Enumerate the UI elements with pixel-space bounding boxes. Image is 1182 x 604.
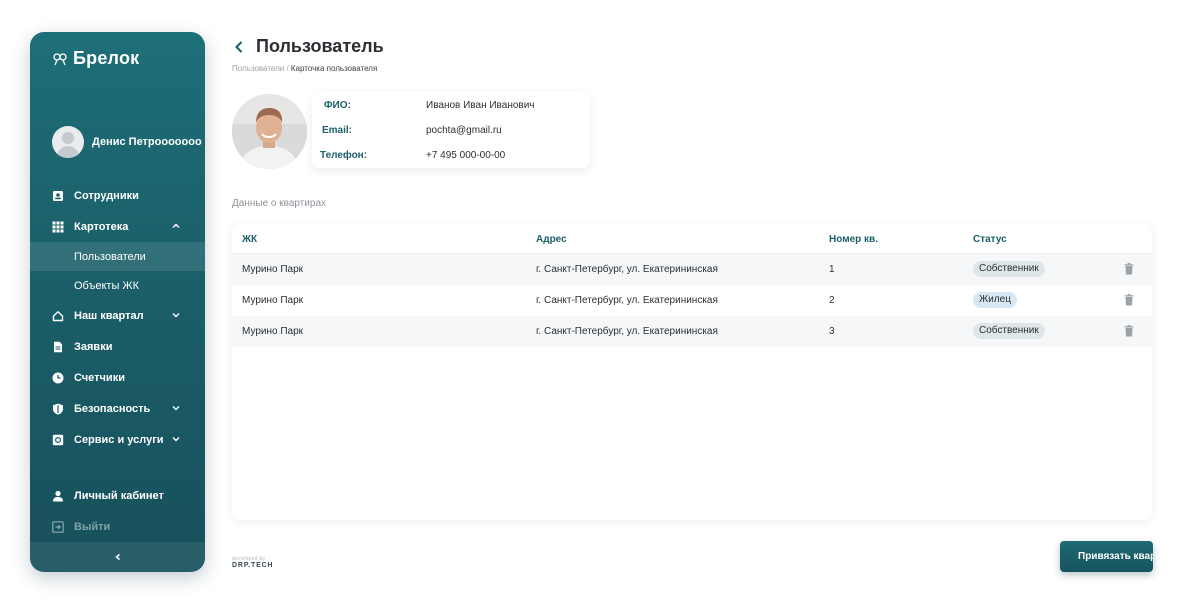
trash-icon[interactable] (1124, 294, 1134, 306)
clock-icon (52, 372, 64, 384)
sidebar-item-security[interactable]: Безопасность (30, 393, 205, 424)
logout-icon (52, 520, 64, 533)
fio-value: Иванов Иван Иванович (426, 100, 535, 111)
breadcrumb-parent-link[interactable]: Пользователи (232, 64, 284, 73)
keychain-icon (53, 52, 67, 65)
column-header-number[interactable]: Номер кв. (829, 234, 878, 245)
table-row[interactable]: Мурино Парк г. Санкт-Петербург, ул. Екат… (232, 254, 1152, 285)
sidebar-item-label: Сотрудники (74, 189, 139, 202)
chevron-left-icon (114, 553, 120, 561)
sidebar-item-employees[interactable]: Сотрудники (30, 180, 205, 211)
status-badge: Собственник (973, 261, 1045, 277)
sidebar-profile[interactable]: Денис Петрооооооооо... (52, 126, 202, 158)
sidebar-item-cabinet[interactable]: Личный кабинет (30, 480, 205, 511)
table-row[interactable]: Мурино Парк г. Санкт-Петербург, ул. Екат… (232, 285, 1152, 316)
column-header-complex[interactable]: ЖК (242, 234, 257, 245)
chevron-down-icon (172, 406, 180, 411)
sidebar-subitem-users[interactable]: Пользователи (30, 242, 205, 271)
email-label: Email: (322, 125, 353, 136)
sidebar-item-label: Сервис и услуги (74, 433, 164, 446)
sidebar-item-label: Счетчики (74, 371, 125, 384)
sidebar-item-label: Наш квартал (74, 309, 144, 322)
breadcrumb-current: Карточка пользователя (290, 64, 378, 73)
trash-icon[interactable] (1124, 263, 1134, 275)
service-icon (52, 434, 64, 446)
sidebar-bottom: Личный кабинет Выйти (30, 480, 205, 542)
apartments-section-title: Данные о квартирах (232, 198, 327, 209)
chevron-down-icon (172, 313, 180, 318)
sidebar-collapse-button[interactable] (30, 542, 205, 572)
trash-icon[interactable] (1124, 325, 1134, 337)
cell-number: 2 (829, 295, 835, 306)
fio-label: ФИО: (324, 100, 351, 111)
cell-address: г. Санкт-Петербург, ул. Екатерининская (536, 264, 718, 275)
cell-complex: Мурино Парк (242, 264, 304, 275)
user-photo (232, 94, 307, 169)
phone-value: +7 495 000-00-00 (426, 150, 506, 161)
chevron-left-icon (235, 40, 243, 53)
breadcrumb-separator: / (284, 64, 291, 73)
sidebar-item-meters[interactable]: Счетчики (30, 362, 205, 393)
shield-icon (52, 403, 64, 415)
cell-address: г. Санкт-Петербург, ул. Екатерининская (536, 295, 718, 306)
avatar (52, 126, 84, 158)
sidebar-item-label: Выйти (74, 520, 111, 533)
home-icon (52, 310, 64, 322)
apartments-table: ЖК Адрес Номер кв. Статус Мурино Парк г.… (232, 224, 1152, 520)
sidebar-item-quarter[interactable]: Наш квартал (30, 300, 205, 331)
document-icon (52, 341, 64, 353)
chevron-down-icon (172, 437, 180, 442)
cell-complex: Мурино Парк (242, 326, 304, 337)
page-header: Пользователь (232, 36, 384, 57)
cell-number: 1 (829, 264, 835, 275)
status-badge: Собственник (973, 323, 1045, 339)
email-value: pochta@gmail.ru (426, 125, 502, 136)
cell-complex: Мурино Парк (242, 295, 304, 306)
badge-icon (52, 190, 64, 202)
app-name: Брелок (73, 48, 140, 68)
column-header-address[interactable]: Адрес (536, 234, 567, 245)
sidebar-subitem-objects[interactable]: Объекты ЖК (30, 271, 205, 300)
grid-icon (52, 221, 64, 233)
sidebar-nav: Сотрудники Картотека Пользователи Объект… (30, 180, 205, 455)
phone-label: Телефон: (320, 150, 368, 161)
sidebar-item-logout[interactable]: Выйти (30, 511, 205, 542)
sidebar-item-services[interactable]: Сервис и услуги (30, 424, 205, 455)
developer-logo: developed by DRP.TECH (232, 556, 273, 569)
bind-apartment-button[interactable]: Привязать квар (1060, 541, 1153, 572)
user-icon (52, 490, 64, 502)
breadcrumb: Пользователи / Карточка пользователя (232, 64, 377, 73)
table-row[interactable]: Мурино Парк г. Санкт-Петербург, ул. Екат… (232, 316, 1152, 347)
table-header: ЖК Адрес Номер кв. Статус (232, 224, 1152, 254)
app-logo[interactable]: Брелок (52, 48, 139, 69)
sidebar-item-cardfile[interactable]: Картотека (30, 211, 205, 242)
sidebar-item-requests[interactable]: Заявки (30, 331, 205, 362)
sidebar: Брелок Денис Петрооооооооо... Сотрудники… (30, 32, 205, 572)
page-title: Пользователь (256, 36, 384, 56)
sidebar-item-label: Безопасность (74, 402, 151, 415)
status-badge: Жилец (973, 292, 1017, 308)
back-button[interactable] (232, 38, 246, 56)
chevron-up-icon (172, 223, 180, 228)
column-header-status[interactable]: Статус (973, 234, 1007, 245)
sidebar-item-label: Картотека (74, 220, 129, 233)
user-info-card: ФИО: Иванов Иван Иванович Email: pochta@… (312, 92, 590, 168)
profile-name: Денис Петрооооооооо... (92, 135, 202, 148)
cell-number: 3 (829, 326, 835, 337)
sidebar-item-label: Личный кабинет (74, 489, 164, 502)
sidebar-item-label: Заявки (74, 340, 113, 353)
developer-brand: DRP.TECH (232, 562, 274, 569)
cell-address: г. Санкт-Петербург, ул. Екатерининская (536, 326, 718, 337)
